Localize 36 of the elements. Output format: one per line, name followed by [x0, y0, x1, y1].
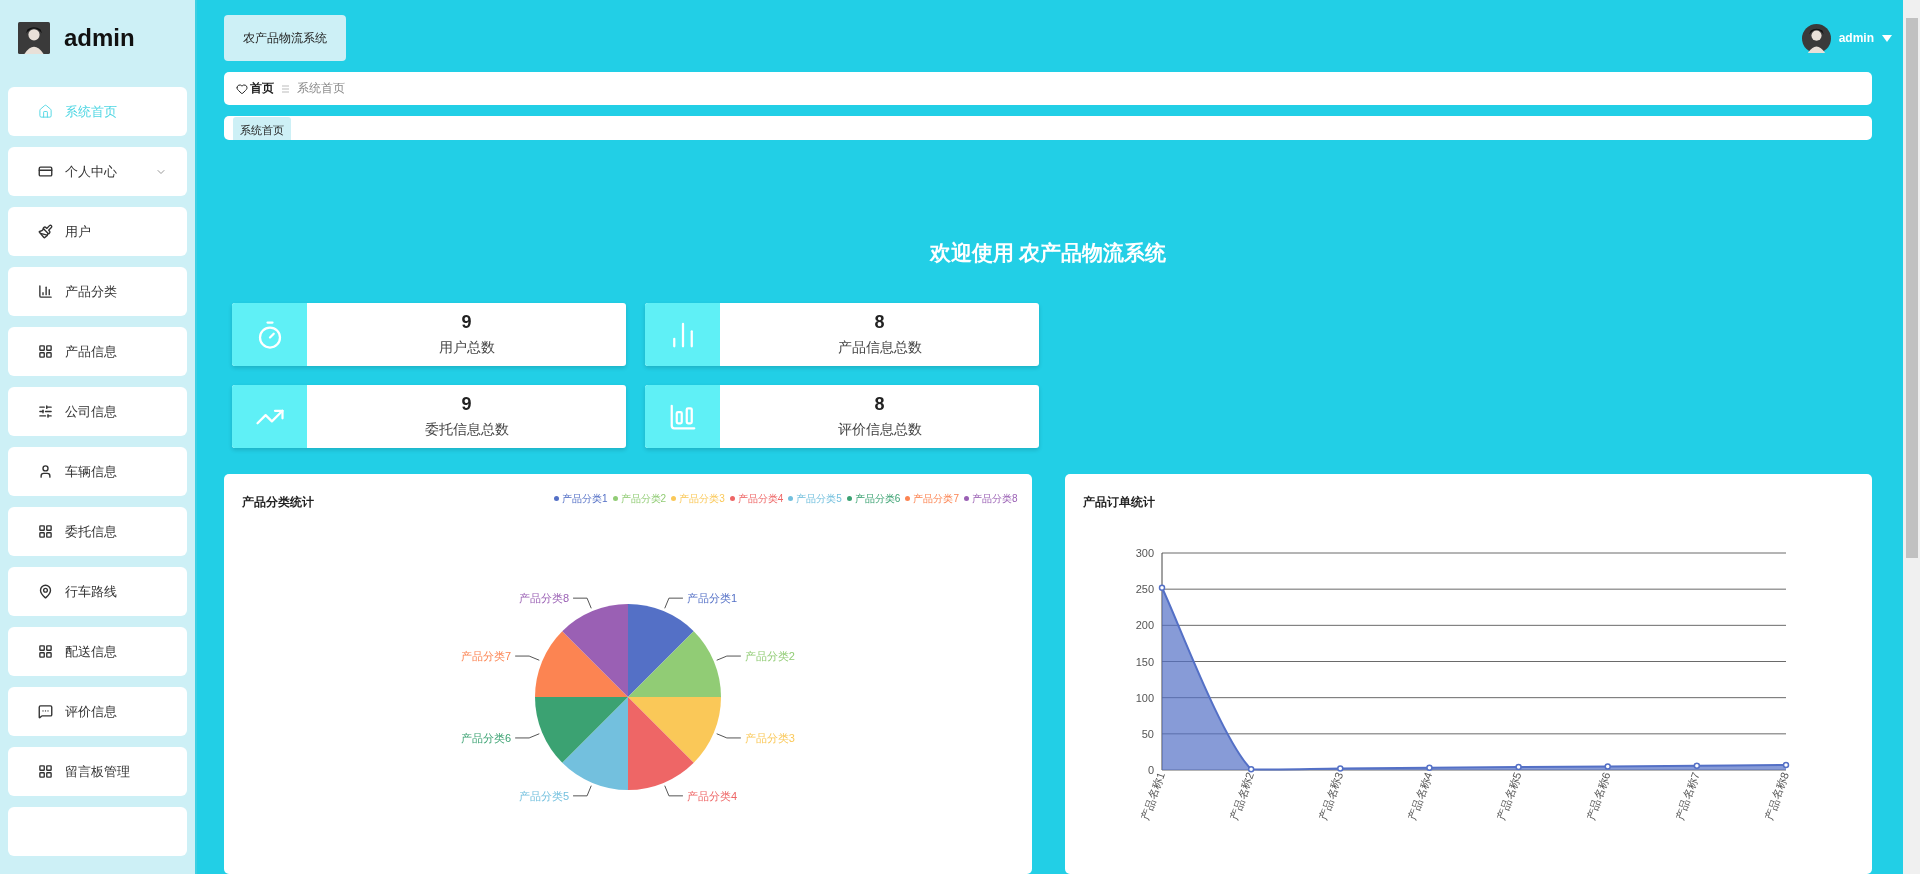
axis-tick-label: 150	[1135, 655, 1154, 668]
axis-tick-label: 200	[1135, 619, 1154, 632]
axis-tick-label: 300	[1135, 547, 1154, 559]
pie-label: 产品分类7	[461, 650, 512, 663]
pie-label: 产品分类4	[686, 789, 738, 802]
chart-title: 产品订单统计	[1082, 494, 1155, 511]
system-title: 农产品物流系统	[224, 15, 346, 61]
user-name: admin	[64, 24, 135, 52]
axis-category-label: 产品名称8	[1761, 770, 1791, 822]
stat-value: 8	[874, 394, 885, 415]
stat-value: 9	[461, 312, 472, 333]
welcome-heading: 欢迎使用 农产品物流系统	[928, 239, 1168, 266]
axis-tick-label: 250	[1135, 583, 1154, 596]
stat-value: 8	[874, 312, 885, 333]
pie-label: 产品分类1	[686, 592, 738, 605]
chart-title: 产品分类统计	[242, 494, 314, 511]
axis-tick-label: 50	[1141, 727, 1154, 740]
pie-label: 产品分类8	[518, 592, 570, 605]
pie-label: 产品分类2	[744, 650, 795, 663]
axis-category-label: 产品名称7	[1672, 770, 1702, 822]
axis-category-label: 产品名称2	[1227, 770, 1256, 822]
axis-category-label: 产品名称6	[1583, 770, 1613, 822]
pie-label: 产品分类5	[518, 789, 570, 802]
axis-category-label: 产品名称4	[1405, 770, 1434, 822]
stat-value: 9	[461, 394, 472, 415]
stat-label: 委托信息总数	[424, 421, 509, 439]
axis-category-label: 产品名称5	[1494, 770, 1523, 822]
stat-label: 评价信息总数	[837, 421, 922, 439]
breadcrumb-item: 系统首页	[297, 80, 345, 98]
pie-label: 产品分类3	[744, 731, 795, 744]
pie-label: 产品分类6	[461, 731, 512, 744]
axis-tick-label: 0	[1147, 764, 1154, 776]
axis-category-label: 产品名称3	[1316, 770, 1345, 822]
stat-label: 产品信息总数	[837, 339, 922, 357]
axis-tick-label: 100	[1135, 691, 1154, 704]
stat-label: 用户总数	[438, 339, 495, 357]
